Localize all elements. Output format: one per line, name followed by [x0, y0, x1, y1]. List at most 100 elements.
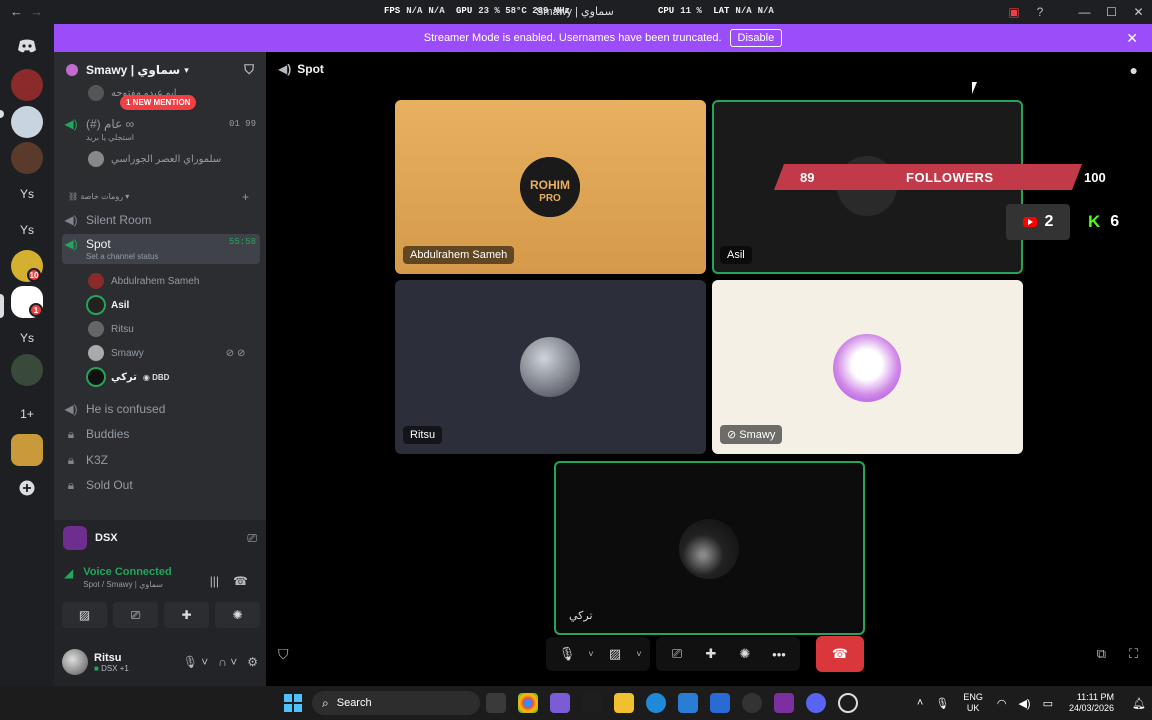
channel-name: Spot — [86, 237, 111, 251]
avatar — [88, 273, 104, 289]
disable-button[interactable]: Disable — [729, 29, 783, 47]
back-arrow-icon[interactable]: ← — [10, 4, 26, 20]
screen-share-icon[interactable]: ⎚ — [247, 531, 257, 546]
participant-tile[interactable]: Ritsu — [395, 280, 706, 454]
camera-off-button[interactable]: ▨ — [598, 637, 632, 671]
disconnect-call-button[interactable]: ☎ — [816, 636, 864, 672]
edge-icon[interactable] — [646, 693, 666, 713]
minimize-button[interactable]: — — [1071, 5, 1098, 19]
app-icon[interactable] — [678, 693, 698, 713]
participant-tile[interactable]: تركي — [554, 461, 865, 635]
username[interactable]: Ritsu — [94, 652, 129, 664]
task-view-icon[interactable] — [486, 693, 506, 713]
microphone-icon[interactable]: 🎙︎ ˅ — [183, 655, 209, 669]
voice-channel-buddies[interactable]: 🔒︎ Buddies — [62, 422, 260, 446]
voice-channel-sold-out[interactable]: 🔒︎ Sold Out — [62, 473, 260, 497]
battery-icon[interactable]: ▭ — [1043, 697, 1053, 710]
help-icon[interactable]: ? — [1027, 5, 1053, 19]
invite-to-call-icon[interactable]: ⛉ — [278, 646, 289, 663]
maximize-button[interactable]: ☐ — [1098, 5, 1125, 19]
voice-member[interactable]: Ritsu — [88, 318, 134, 340]
call-controls: 🎙︎ ˅ ▨ ˅ ⎚ ✚ ✺ ••• ☎ — [546, 636, 864, 672]
voice-channel-spot[interactable]: ◀) Spot 55:58 Set a channel status — [62, 234, 260, 264]
voice-member[interactable]: Smawy ⊘ ⊘ — [88, 342, 245, 364]
clock[interactable]: 11:11 PM 24/03/2026 — [1069, 692, 1114, 714]
close-window-button[interactable]: ✕ — [1125, 5, 1152, 19]
discord-taskbar-icon[interactable] — [806, 693, 826, 713]
notifications-icon[interactable]: 🔔︎ — [1132, 697, 1146, 710]
pop-out-icon[interactable]: ⧉ — [1097, 646, 1106, 662]
voice-member[interactable]: تركي ◉ DBD — [88, 366, 169, 388]
chat-icon[interactable]: ● — [1130, 62, 1138, 78]
soundboard-button[interactable]: ✺ — [728, 637, 762, 671]
more-options-button[interactable]: ••• — [762, 637, 796, 671]
chevron-up-icon[interactable]: ˄ — [917, 697, 923, 709]
create-channel-icon[interactable]: + — [242, 190, 249, 204]
server-icon[interactable] — [11, 354, 43, 386]
voice-member[interactable]: Abdulrahem Sameh — [88, 270, 199, 292]
windows-taskbar: ⌕ Search ˄ 🎙︎ ENG UK ◠ ◀) ▭ 11:11 PM 24/… — [0, 686, 1152, 720]
discord-home-icon[interactable] — [11, 30, 43, 62]
voice-channel-silent-room[interactable]: ◀) Silent Room — [62, 208, 260, 232]
close-banner-icon[interactable]: ✕ — [1126, 30, 1138, 47]
chevron-down-icon[interactable]: ˅ — [584, 649, 598, 659]
volume-icon[interactable]: ◀) — [1018, 697, 1030, 710]
channel-status[interactable]: Set a channel status — [86, 252, 159, 261]
language-indicator[interactable]: ENG UK — [963, 692, 983, 714]
server-icon[interactable] — [11, 106, 43, 138]
taskbar-search[interactable]: ⌕ Search — [312, 691, 480, 715]
category-name: رومات خاصة — [80, 192, 124, 201]
activity-panel[interactable]: DSX ⎚ — [54, 520, 266, 556]
headphones-icon[interactable]: ∩ ˅ — [218, 655, 237, 669]
server-icon[interactable] — [11, 142, 43, 174]
voice-status-subtitle[interactable]: Spot / Smawy | سماوي — [83, 580, 171, 589]
server-icon[interactable] — [11, 69, 43, 101]
server-icon[interactable]: Ys — [11, 178, 43, 210]
camera-off-button[interactable]: ▨ — [62, 602, 107, 628]
activities-button[interactable]: ✚ — [164, 602, 209, 628]
connection-signal-icon[interactable]: ◢ — [64, 566, 73, 589]
voice-member[interactable]: Asil — [88, 294, 129, 316]
participant-tile[interactable]: ⊘ Smawy — [712, 280, 1023, 454]
participant-tile[interactable]: ROHIM PRO Abdulrahem Sameh — [395, 100, 706, 274]
fullscreen-icon[interactable]: ⛶ — [1129, 646, 1138, 662]
noise-suppression-icon[interactable]: ||| — [210, 574, 219, 588]
clock-time: 11:11 PM — [1076, 692, 1115, 702]
voice-channel-he-is-confused[interactable]: ◀) He is confused — [62, 397, 260, 421]
voice-channel-k3z[interactable]: 🔒︎ K3Z — [62, 448, 260, 472]
category-header[interactable]: ⛓ رومات خاصة ▾ — [68, 192, 129, 201]
share-screen-button[interactable]: ⎚ — [660, 637, 694, 671]
list-item[interactable]: سلموراي العصر الجوراسي — [88, 148, 221, 170]
avatar[interactable] — [62, 649, 88, 675]
server-icon[interactable]: Ys — [11, 322, 43, 354]
server-icon[interactable]: 1+ — [11, 398, 43, 430]
start-button[interactable] — [284, 694, 302, 712]
activities-button[interactable]: ✚ — [694, 637, 728, 671]
microphone-icon[interactable]: 🎙︎ — [935, 697, 949, 710]
wifi-icon[interactable]: ◠ — [997, 697, 1007, 710]
settings-gear-icon[interactable]: ⚙ — [247, 655, 258, 669]
system-tray: ˄ 🎙︎ ENG UK ◠ ◀) ▭ 11:11 PM 24/03/2026 🔔… — [911, 686, 1152, 720]
chrome-icon[interactable] — [518, 693, 538, 713]
app-icon[interactable] — [774, 693, 794, 713]
new-mention-pill[interactable]: 1 NEW MENTION — [120, 95, 197, 110]
app-icon[interactable] — [742, 693, 762, 713]
copilot-icon[interactable] — [550, 693, 570, 713]
server-icon[interactable] — [11, 434, 43, 466]
disconnect-icon[interactable]: ☎ — [233, 574, 248, 588]
inbox-icon[interactable]: ▣ — [1001, 5, 1027, 19]
app-icon[interactable] — [838, 693, 858, 713]
microphone-button[interactable]: 🎙︎ — [550, 637, 584, 671]
voice-status-title[interactable]: Voice Connected — [83, 566, 171, 578]
share-screen-button[interactable]: ⎚ — [113, 602, 158, 628]
add-server-icon[interactable] — [11, 472, 43, 504]
invite-icon[interactable]: ⛉ — [244, 62, 254, 78]
store-icon[interactable] — [710, 693, 730, 713]
file-explorer-icon[interactable] — [614, 693, 634, 713]
forward-arrow-icon[interactable]: → — [30, 4, 46, 20]
soundboard-button[interactable]: ✺ — [215, 602, 260, 628]
muted-icon: ⊘ — [727, 429, 740, 441]
server-icon[interactable]: Ys — [11, 214, 43, 246]
vscode-icon[interactable] — [582, 693, 602, 713]
chevron-down-icon[interactable]: ˅ — [632, 649, 646, 659]
